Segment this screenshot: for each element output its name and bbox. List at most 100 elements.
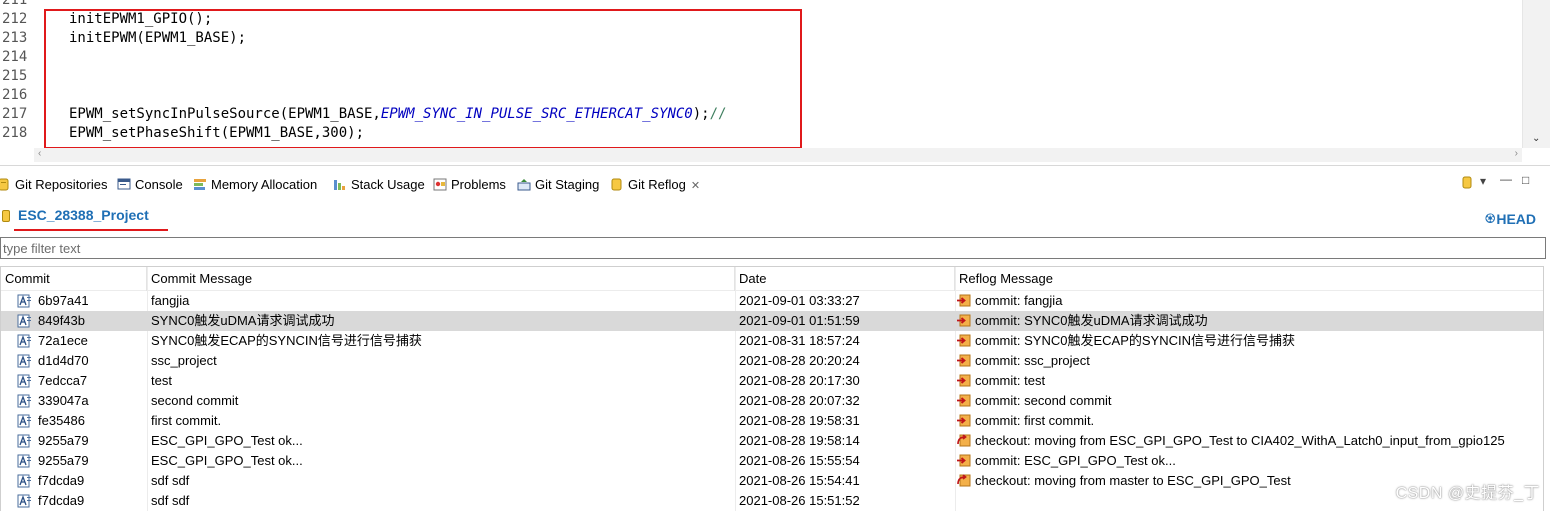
commit-cell[interactable]: 72a1ece — [17, 331, 145, 351]
reflog-message-cell[interactable]: commit: ssc_project — [956, 351, 1542, 371]
code-editor[interactable]: 211 212 initEPWM1_GPIO(); 213 initEPWM(EPWM1… — [0, 0, 1550, 166]
commit-cell[interactable]: 9255a79 — [17, 451, 145, 471]
table-row[interactable]: 7edcca7 test 2021-08-28 20:17:30 commit: te… — [1, 371, 1543, 391]
column-header-commit-message[interactable]: Commit Message — [147, 267, 735, 291]
date-cell[interactable]: 2021-09-01 03:33:27 — [739, 291, 951, 311]
commit-message-cell[interactable]: SYNC0触发ECAP的SYNCIN信号进行信号捕获 — [151, 331, 731, 351]
reflog-message-cell[interactable]: commit: SYNC0触发uDMA请求调试成功 — [956, 311, 1542, 331]
commit-message-cell[interactable]: ssc_project — [151, 351, 731, 371]
code-line[interactable]: 215 — [0, 67, 34, 86]
date-cell[interactable]: 2021-08-31 18:57:24 — [739, 331, 951, 351]
code-line[interactable]: 213 initEPWM(EPWM1_BASE); — [0, 29, 246, 48]
close-tab-icon[interactable]: ✕ — [691, 180, 700, 192]
code-line[interactable]: 212 initEPWM1_GPIO(); — [0, 10, 212, 29]
reflog-message-cell[interactable]: commit: fangjia — [956, 291, 1542, 311]
code-line[interactable]: 211 — [0, 0, 34, 10]
commit-cell[interactable]: fe35486 — [17, 411, 145, 431]
table-row[interactable]: 339047a second commit 2021-08-28 20:07:32 c… — [1, 391, 1543, 411]
date-cell[interactable]: 2021-08-26 15:54:41 — [739, 471, 951, 491]
code-line[interactable]: 214 — [0, 48, 34, 67]
code-line[interactable]: 217 EPWM_setSyncInPulseSource(EPWM1_BASE,… — [0, 105, 726, 124]
date-cell[interactable]: 2021-08-28 19:58:31 — [739, 411, 951, 431]
reflog-message-cell[interactable]: commit: second commit — [956, 391, 1542, 411]
commit-message: SYNC0触发ECAP的SYNCIN信号进行信号捕获 — [151, 333, 422, 348]
vertical-scrollbar[interactable]: ⌄ — [1522, 0, 1550, 148]
commit-date: 2021-08-26 15:54:41 — [739, 473, 860, 488]
commit-icon — [17, 434, 31, 448]
tab-problems[interactable]: Problems — [433, 173, 506, 197]
commit-message: sdf sdf — [151, 493, 190, 508]
view-menu-dropdown-icon[interactable]: ▾ — [1480, 174, 1486, 188]
tab-stack-usage[interactable]: Stack Usage — [333, 173, 425, 197]
ref-head-label[interactable]: HEAD — [1496, 211, 1536, 227]
tab-git-staging[interactable]: Git Staging — [517, 173, 599, 197]
repository-name[interactable]: ESC_28388_Project — [18, 207, 149, 223]
table-row[interactable]: 9255a79 ESC_GPI_GPO_Test ok... 2021-08-26 … — [1, 451, 1543, 471]
date-cell[interactable]: 2021-08-28 20:17:30 — [739, 371, 951, 391]
date-cell[interactable]: 2021-08-26 15:55:54 — [739, 451, 951, 471]
minimize-icon[interactable]: — — [1500, 172, 1512, 186]
table-row[interactable]: 9255a79 ESC_GPI_GPO_Test ok... 2021-08-28 … — [1, 431, 1543, 451]
commit-icon — [17, 494, 31, 508]
tab-console[interactable]: Console — [117, 173, 183, 197]
table-row[interactable]: 849f43b SYNC0触发uDMA请求调试成功 2021-09-01 01:51… — [1, 311, 1543, 331]
reflog-message-cell[interactable]: commit: first commit. — [956, 411, 1542, 431]
commit-cell[interactable]: 6b97a41 — [17, 291, 145, 311]
scroll-left-arrow-icon[interactable]: ‹ — [38, 148, 41, 159]
commit-date: 2021-08-28 19:58:31 — [739, 413, 860, 428]
commit-cell[interactable]: 849f43b — [17, 311, 145, 331]
reflog-message-cell[interactable]: checkout: moving from ESC_GPI_GPO_Test t… — [956, 431, 1542, 451]
code-line[interactable]: 218 EPWM_setPhaseShift(EPWM1_BASE,300); — [0, 124, 364, 143]
reflog-message-cell[interactable]: commit: SYNC0触发ECAP的SYNCIN信号进行信号捕获 — [956, 331, 1542, 351]
scroll-right-arrow-icon[interactable]: › — [1515, 148, 1518, 159]
commit-message-cell[interactable]: sdf sdf — [151, 491, 731, 511]
commit-message-cell[interactable]: fangjia — [151, 291, 731, 311]
horizontal-scrollbar[interactable]: ‹ › — [34, 148, 1522, 162]
table-row[interactable]: 72a1ece SYNC0触发ECAP的SYNCIN信号进行信号捕获 2021-08… — [1, 331, 1543, 351]
column-header-commit[interactable]: Commit — [1, 267, 147, 291]
reflog-header: ESC_28388_Project ♼ HEAD — [0, 202, 1550, 232]
commit-id: d1d4d70 — [38, 353, 89, 368]
filter-box[interactable] — [0, 237, 1546, 259]
scroll-down-arrow-icon[interactable]: ⌄ — [1532, 133, 1540, 144]
reflog-message-cell[interactable]: commit: test — [956, 371, 1542, 391]
commit-cell[interactable]: d1d4d70 — [17, 351, 145, 371]
commit-date: 2021-08-28 19:58:14 — [739, 433, 860, 448]
commit-message-cell[interactable]: second commit — [151, 391, 731, 411]
commit-message-cell[interactable]: ESC_GPI_GPO_Test ok... — [151, 451, 731, 471]
table-row[interactable]: 6b97a41 fangjia 2021-09-01 03:33:27 commit:… — [1, 291, 1543, 311]
table-row[interactable]: d1d4d70 ssc_project 2021-08-28 20:20:24 com… — [1, 351, 1543, 371]
commit-message-cell[interactable]: sdf sdf — [151, 471, 731, 491]
commit-cell[interactable]: 9255a79 — [17, 431, 145, 451]
tab-git-repositories[interactable]: Git Repositories — [0, 173, 107, 197]
column-header-date[interactable]: Date — [735, 267, 955, 291]
date-cell[interactable]: 2021-08-28 20:20:24 — [739, 351, 951, 371]
date-cell[interactable]: 2021-09-01 01:51:59 — [739, 311, 951, 331]
code-line[interactable]: 216 — [0, 86, 34, 105]
maximize-icon[interactable]: □ — [1522, 173, 1529, 187]
table-row[interactable]: f7dcda9 sdf sdf 2021-08-26 15:51:52 — [1, 491, 1543, 511]
repository-icon[interactable] — [1462, 176, 1472, 189]
date-cell[interactable]: 2021-08-28 20:07:32 — [739, 391, 951, 411]
table-row[interactable]: f7dcda9 sdf sdf 2021-08-26 15:54:41 checkou… — [1, 471, 1543, 491]
commit-cell[interactable]: 7edcca7 — [17, 371, 145, 391]
filter-input[interactable] — [3, 238, 1545, 258]
date-cell[interactable]: 2021-08-28 19:58:14 — [739, 431, 951, 451]
commit-cell[interactable]: 339047a — [17, 391, 145, 411]
date-cell[interactable]: 2021-08-26 15:51:52 — [739, 491, 951, 511]
table-row[interactable]: fe35486 first commit. 2021-08-28 19:58:31 c… — [1, 411, 1543, 431]
column-header-reflog-message[interactable]: Reflog Message — [955, 267, 1543, 291]
commit-icon — [17, 474, 31, 488]
git-staging-icon — [517, 179, 531, 191]
commit-message-cell[interactable]: first commit. — [151, 411, 731, 431]
reflog-message-cell[interactable]: commit: ESC_GPI_GPO_Test ok... — [956, 451, 1542, 471]
commit-message-cell[interactable]: test — [151, 371, 731, 391]
reflog-commit-icon — [957, 334, 971, 347]
commit-message-cell[interactable]: SYNC0触发uDMA请求调试成功 — [151, 311, 731, 331]
commit-message-cell[interactable]: ESC_GPI_GPO_Test ok... — [151, 431, 731, 451]
tab-git-reflog[interactable]: Git Reflog ✕ — [610, 173, 701, 197]
commit-message: sdf sdf — [151, 473, 190, 488]
tab-memory-allocation[interactable]: Memory Allocation — [193, 173, 317, 197]
commit-cell[interactable]: f7dcda9 — [17, 471, 145, 491]
commit-cell[interactable]: f7dcda9 — [17, 491, 145, 511]
